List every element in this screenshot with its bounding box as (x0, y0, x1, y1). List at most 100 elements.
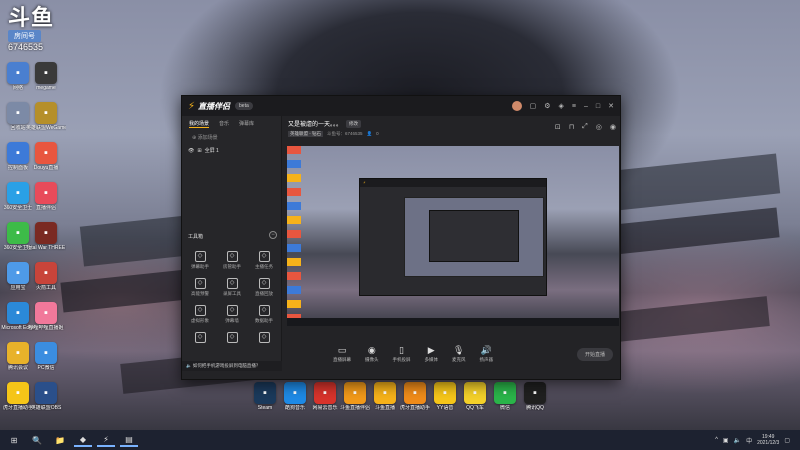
message-icon[interactable]: ▢ (530, 102, 537, 110)
source-control[interactable]: 🔊 扬声器 (480, 345, 494, 363)
nested-preview-window: ⚡ (359, 178, 547, 296)
notice-bar[interactable]: 🔈 如何把手机游戏投屏到电脑直播？ (182, 361, 282, 371)
expand-icon[interactable]: ⤢ (582, 123, 588, 131)
record-icon: ◇ (226, 278, 238, 289)
preview-taskbar (287, 318, 619, 326)
tool-label: 录屏工具 (223, 291, 241, 296)
minimize-icon[interactable]: – (584, 103, 588, 110)
douyu-logo: 斗鱼 (8, 5, 55, 30)
desktop-icon[interactable]: ▪ 火箭工具 (26, 262, 66, 291)
tool-button[interactable]: ◇ (216, 332, 248, 345)
total-war-icon: ▪ (35, 222, 57, 244)
lol-icon: ▪ (35, 102, 57, 124)
app-brand: ⚡ 直播伴侣 (188, 101, 230, 112)
windows-taskbar: ⊞ 🔍 📁 ◆ ⚡ ▤ ^ ▣ 🔈 中 19:49 2021/12/3 ▢ (0, 430, 800, 450)
tool-button[interactable]: ◇ 虚拟形象 (184, 305, 216, 324)
maximize-icon[interactable]: □ (596, 103, 600, 110)
source-control[interactable]: ▶ 多媒体 (425, 345, 439, 363)
gift-icon[interactable]: ⊡ (555, 123, 561, 131)
add-scene-button[interactable]: ⊕ 添加场景 (182, 132, 281, 143)
lock-preview-icon[interactable]: ⊓ (569, 123, 574, 131)
desktop-icon-label: 哔哩哔哩直播姬 (28, 325, 64, 331)
desktop-icon[interactable]: ▪ 腾讯QQ (515, 382, 555, 411)
ime-icon[interactable]: 中 (746, 436, 752, 445)
desktop-icon[interactable]: ▪ 哔哩哔哩直播姬 (26, 302, 66, 331)
explorer-icon[interactable]: 📁 (51, 433, 69, 447)
tool-button[interactable]: ◇ 高能预警 (184, 278, 216, 297)
source-control[interactable]: ▯ 手机投屏 (393, 345, 411, 363)
tab-danmaku[interactable]: 弹幕库 (239, 120, 254, 128)
tool-button[interactable]: ◇ 弹幕助手 (184, 251, 216, 270)
folder-task-icon[interactable]: ▤ (120, 433, 138, 447)
desktop-icon[interactable]: ▪ megame (26, 62, 66, 91)
tool-button[interactable]: ◇ 直播回放 (248, 278, 280, 297)
tool-button[interactable]: ◇ 弹幕墙 (216, 305, 248, 324)
settings-icon[interactable]: ⚙ (544, 102, 550, 110)
tool-button[interactable]: ◇ (184, 332, 216, 345)
tab-music[interactable]: 音乐 (219, 120, 229, 128)
avatar[interactable] (511, 101, 522, 111)
tool-label: 虚拟形象 (191, 318, 209, 323)
search-icon[interactable]: 🔍 (28, 433, 46, 447)
notification-icon[interactable]: ▢ (784, 437, 790, 444)
live-companion-window[interactable]: ⚡ 直播伴侣 beta ▢ ⚙ ◈ ≡ – □ ✕ 我的场景 音乐 弹幕库 ⊕ … (181, 95, 621, 380)
douyu-task-icon[interactable]: ◆ (74, 433, 92, 447)
nested-title: ⚡ (360, 179, 546, 187)
system-tray: ^ ▣ 🔈 中 19:49 2021/12/3 ▢ (715, 434, 800, 446)
volume-icon[interactable]: 🔈 (734, 437, 741, 444)
skin-icon[interactable]: ◈ (559, 102, 564, 110)
room-number: 斗鱼号：6746535 (327, 131, 363, 136)
tool-label: 高能预警 (191, 291, 209, 296)
desktop-icon-label: Douyu直播 (33, 165, 59, 171)
viewer-count: 0 (376, 131, 379, 136)
start-stream-button[interactable]: 开始直播 (576, 347, 613, 361)
source-control[interactable]: 🎙 麦克风 (452, 345, 466, 363)
bilibili-icon: ▪ (35, 302, 57, 324)
collapse-icon[interactable]: − (269, 231, 277, 239)
clock[interactable]: 19:49 2021/12/3 (757, 434, 779, 446)
desktop-icon[interactable]: ▪ 直播伴侣 (26, 182, 66, 211)
lock-icon[interactable]: ⊞ (197, 148, 201, 154)
source-control-label: 摄像头 (365, 357, 379, 362)
title-bar[interactable]: ⚡ 直播伴侣 beta ▢ ⚙ ◈ ≡ – □ ✕ (182, 96, 620, 116)
desktop-icon[interactable]: ▪ 英雄联盟OBS (26, 382, 66, 411)
tool-button[interactable]: ◇ (248, 332, 280, 345)
tool-button[interactable]: ◇ 录屏工具 (216, 278, 248, 297)
eye-icon[interactable]: 👁 (188, 148, 194, 154)
source-control[interactable]: ◉ 摄像头 (365, 345, 379, 363)
streamer-badge: 斗鱼 房间号 6746535 (8, 6, 64, 58)
screenshot-icon[interactable]: ◎ (596, 123, 602, 131)
desktop-icon[interactable]: ▪英雄联盟WeGame版 (26, 102, 66, 131)
network-tray-icon[interactable]: ▣ (723, 437, 729, 444)
chevron-up-icon[interactable]: ^ (715, 437, 718, 443)
companion-task-icon[interactable]: ⚡ (97, 433, 115, 447)
desktop-icon-label: megame (36, 85, 56, 91)
obs-icon: ▪ (35, 382, 57, 404)
data-icon: ◇ (258, 305, 270, 316)
stream-preview[interactable]: ⚡ (287, 146, 619, 326)
source-control[interactable]: ▭ 直播屏幕 (333, 345, 351, 363)
tool-button[interactable]: ◇ 房管助手 (216, 251, 248, 270)
wall-icon: ◇ (226, 305, 238, 316)
desktop-icon[interactable]: ▪Total War THREE KI... (26, 222, 66, 251)
kugou-icon: ▪ (284, 382, 306, 404)
notification-icon[interactable]: ◉ (610, 123, 616, 131)
tool-button[interactable]: ◇ 数据助手 (248, 305, 280, 324)
menu-icon[interactable]: ≡ (572, 103, 576, 110)
speaker-notice-icon: 🔈 (186, 363, 193, 368)
category-label[interactable]: 英雄联盟 - 钻石 (288, 131, 323, 137)
desktop-icon[interactable]: ▪ Douyu直播 (26, 142, 66, 171)
tab-scenes[interactable]: 我的场景 (189, 120, 210, 128)
source-controls: ▭ 直播屏幕 ◉ 摄像头 ▯ 手机投屏 ▶ 多媒体 🎙 麦克风 🔊 扬声器 开始直播 (283, 334, 621, 374)
mic-icon: 🎙 (453, 345, 465, 355)
edit-title-button[interactable]: 修改 (346, 119, 362, 128)
scene-item[interactable]: 👁 ⊞ 全屏 1 (182, 143, 281, 158)
photo-icon: ▪ (35, 342, 57, 364)
bolt-icon: ⚡ (188, 100, 196, 112)
viewer-icon: 👤 (366, 131, 373, 136)
close-icon[interactable]: ✕ (608, 102, 614, 110)
douyu-companion-icon: ▪ (344, 382, 366, 404)
desktop-icon[interactable]: ▪ PC微信 (26, 342, 66, 371)
tool-button[interactable]: ◇ 主播任务 (248, 251, 280, 270)
start-icon[interactable]: ⊞ (5, 433, 23, 447)
